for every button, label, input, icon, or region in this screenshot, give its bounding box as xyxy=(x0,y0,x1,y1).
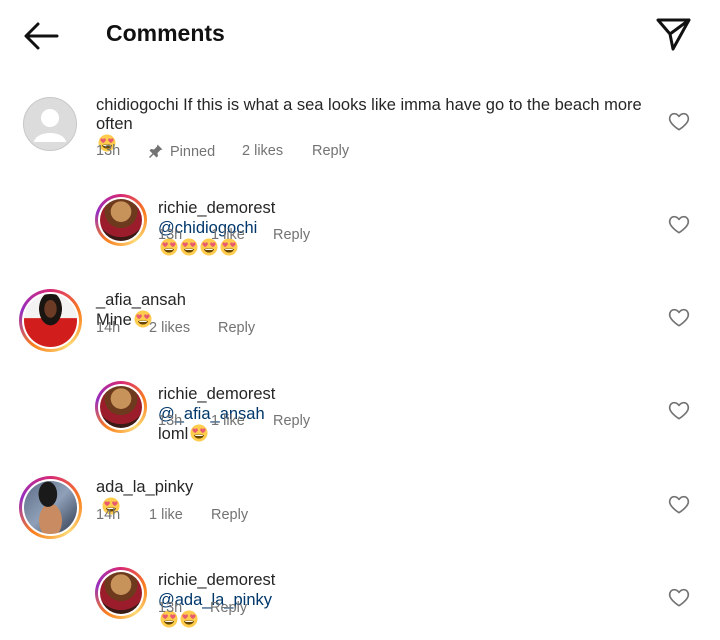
comment-username[interactable]: _afia_ansah xyxy=(96,291,186,309)
likes-count[interactable]: 1 like xyxy=(211,413,245,429)
avatar[interactable] xyxy=(95,567,147,619)
page-title: Comments xyxy=(106,20,225,46)
paper-plane-icon[interactable] xyxy=(654,16,692,52)
comment-body: chidiogochi If this is what a sea looks … xyxy=(96,95,656,115)
heart-icon[interactable] xyxy=(668,400,690,420)
reply-button[interactable]: Reply xyxy=(218,320,255,336)
comment-time: 14h xyxy=(96,320,121,336)
avatar[interactable] xyxy=(19,289,82,352)
comment-time: 13h xyxy=(96,143,121,159)
comment-username[interactable]: ada_la_pinky xyxy=(96,478,193,496)
pin-icon xyxy=(149,144,163,158)
heart-icon[interactable] xyxy=(668,587,690,607)
reply-button[interactable]: Reply xyxy=(312,143,349,159)
pinned-label: Pinned xyxy=(148,143,215,160)
comment-text: If this is what a sea looks like imma ha… xyxy=(183,96,642,114)
comment-time: 13h xyxy=(158,413,183,429)
heart-icon[interactable] xyxy=(668,494,690,514)
header-bar: Comments xyxy=(0,0,720,70)
likes-count[interactable]: 2 likes xyxy=(242,143,283,159)
avatar[interactable] xyxy=(95,194,147,246)
avatar[interactable] xyxy=(19,476,82,539)
comment-time: 13h xyxy=(158,227,183,243)
heart-eyes-emoji xyxy=(180,238,198,256)
comment-username[interactable]: chidiogochi xyxy=(96,96,179,114)
likes-count[interactable]: 1 like xyxy=(211,227,245,243)
comment-text-line2: often xyxy=(96,115,133,133)
likes-count[interactable]: 1 like xyxy=(149,507,183,523)
heart-icon[interactable] xyxy=(668,307,690,327)
reply-button[interactable]: Reply xyxy=(273,413,310,429)
heart-eyes-emoji xyxy=(190,424,208,442)
comment-username[interactable]: richie_demorest xyxy=(158,199,275,217)
arrow-left-icon[interactable] xyxy=(22,20,60,52)
reply-button[interactable]: Reply xyxy=(273,227,310,243)
avatar[interactable] xyxy=(95,381,147,433)
reply-button[interactable]: Reply xyxy=(210,600,247,616)
heart-icon[interactable] xyxy=(668,214,690,234)
heart-eyes-emoji xyxy=(180,610,198,628)
avatar[interactable] xyxy=(23,97,77,151)
likes-count[interactable]: 2 likes xyxy=(149,320,190,336)
comment-username[interactable]: richie_demorest xyxy=(158,571,275,589)
comment-time: 13h xyxy=(158,600,183,616)
heart-icon[interactable] xyxy=(668,111,690,131)
comment-time: 14h xyxy=(96,507,121,523)
pinned-text: Pinned xyxy=(170,144,216,160)
comment-username[interactable]: richie_demorest xyxy=(158,385,275,403)
reply-button[interactable]: Reply xyxy=(211,507,248,523)
